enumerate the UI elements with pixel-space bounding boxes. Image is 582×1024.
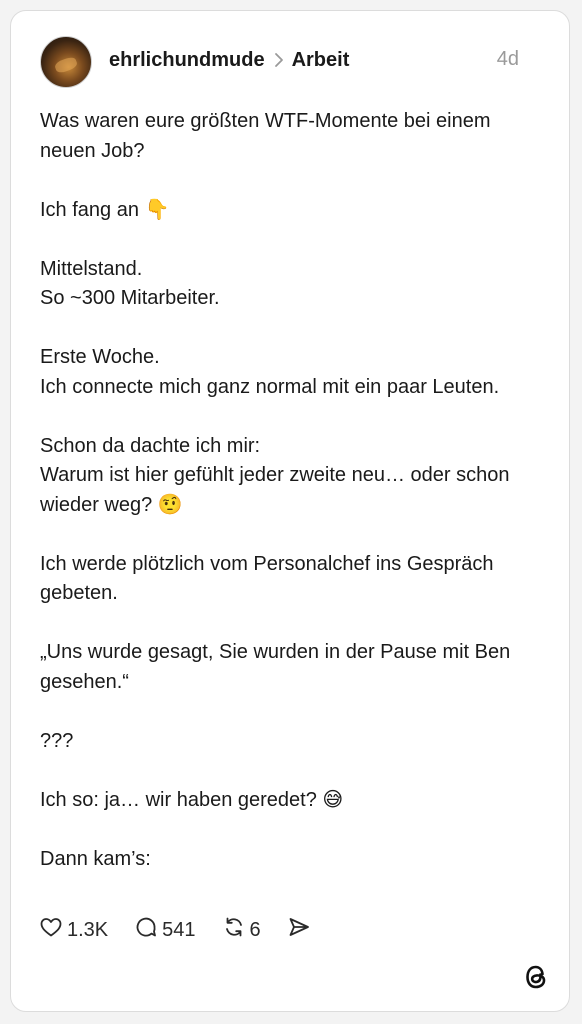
- reply-button[interactable]: 541: [134, 915, 196, 945]
- post-paragraph: „Uns wurde gesagt, Sie wurden in der Pau…: [40, 641, 511, 693]
- post-paragraph: Dann kam’s:: [40, 847, 151, 870]
- speech-bubble-icon: [134, 915, 162, 945]
- community-link[interactable]: Arbeit: [292, 49, 350, 72]
- reply-count: 541: [162, 918, 196, 941]
- send-icon: [287, 915, 315, 945]
- repost-count: 6: [249, 918, 261, 941]
- post-paragraph: Schon da dachte ich mir: Warum ist hier …: [40, 434, 510, 516]
- repost-button[interactable]: 6: [222, 915, 261, 945]
- post-paragraph: Was waren eure größten WTF-Momente bei e…: [40, 110, 491, 162]
- threads-logo-icon: [523, 963, 549, 996]
- post-header: ehrlichundmude Arbeit: [109, 47, 349, 73]
- post-card: ehrlichundmude Arbeit 4d Was waren eure …: [10, 10, 570, 1012]
- chevron-right-icon: [274, 52, 284, 68]
- like-button[interactable]: 1.3K: [39, 915, 108, 945]
- post-paragraph: Ich werde plötzlich vom Personalchef ins…: [40, 552, 494, 605]
- post-paragraph: Mittelstand. So ~300 Mitarbeiter.: [40, 257, 220, 310]
- like-count: 1.3K: [67, 918, 109, 941]
- heart-icon: [39, 915, 67, 945]
- repost-icon: [222, 915, 250, 945]
- post-body: Was waren eure größten WTF-Momente bei e…: [40, 107, 540, 874]
- post-paragraph: Ich fang an 👇: [40, 198, 170, 221]
- post-paragraph: ???: [40, 729, 74, 752]
- share-button[interactable]: [287, 915, 315, 945]
- post-age: 4d: [496, 48, 519, 70]
- post-paragraph: Ich so: ja… wir haben geredet? 😅: [40, 788, 344, 811]
- post-paragraph: Erste Woche. Ich connecte mich ganz norm…: [40, 346, 500, 398]
- username[interactable]: ehrlichundmude: [109, 49, 265, 72]
- action-bar: 1.3K 541 6: [39, 915, 341, 945]
- avatar[interactable]: [40, 36, 92, 88]
